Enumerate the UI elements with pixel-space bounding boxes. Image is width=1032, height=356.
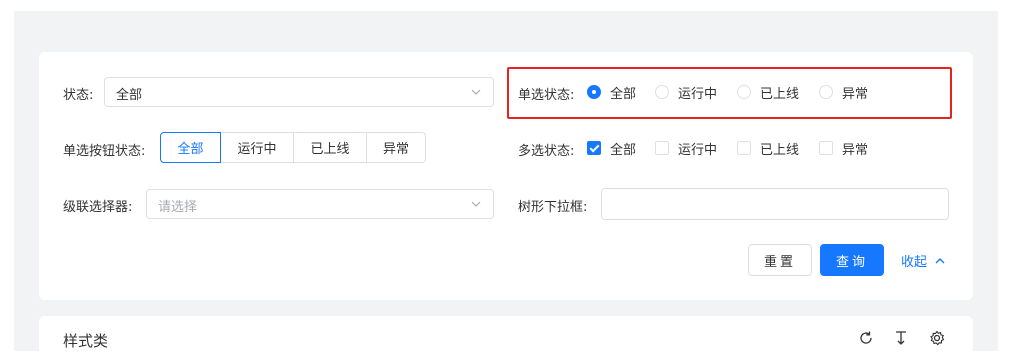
highlight-box — [507, 67, 952, 119]
checkbox-option-running[interactable]: 运行中 — [655, 138, 717, 158]
chevron-down-icon — [471, 201, 481, 207]
table-card — [39, 316, 973, 356]
checkbox-option-error[interactable]: 异常 — [819, 138, 868, 158]
column-height-icon[interactable] — [893, 330, 909, 346]
checkbox[interactable] — [737, 141, 751, 155]
collapse-toggle[interactable]: 收起 — [901, 251, 946, 270]
radio-button-all[interactable]: 全部 — [160, 132, 221, 163]
radio-button-group: 全部 运行中 已上线 异常 — [160, 132, 426, 163]
cascader-label: 级联选择器: — [63, 200, 133, 215]
checkbox-checked[interactable] — [587, 141, 601, 155]
collapse-label: 收起 — [901, 255, 928, 270]
status-label: 状态: — [63, 88, 94, 103]
tree-select[interactable] — [601, 188, 949, 220]
query-button[interactable]: 查询 — [820, 244, 884, 276]
checkbox-option-label: 已上线 — [760, 142, 800, 158]
cascader-placeholder: 请选择 — [158, 200, 198, 215]
chevron-down-icon — [471, 89, 481, 95]
checkbox-group: 全部 运行中 已上线 异常 — [587, 138, 907, 158]
radio-button-running[interactable]: 运行中 — [221, 132, 294, 163]
chevron-up-icon — [935, 257, 945, 263]
button-group-status-label: 单选按钮状态: — [63, 144, 146, 159]
status-select-value: 全部 — [116, 88, 143, 103]
cascader-select[interactable]: 请选择 — [146, 189, 494, 219]
settings-icon[interactable] — [929, 330, 945, 346]
checkbox[interactable] — [819, 141, 833, 155]
checkbox-status-label: 多选状态: — [518, 144, 575, 159]
checkbox-option-online[interactable]: 已上线 — [737, 138, 799, 158]
checkbox-option-label: 运行中 — [678, 142, 718, 158]
checkbox[interactable] — [655, 141, 669, 155]
radio-button-error[interactable]: 异常 — [367, 132, 426, 163]
reset-button[interactable]: 重置 — [748, 244, 812, 276]
checkbox-option-all[interactable]: 全部 — [587, 138, 636, 158]
radio-button-online[interactable]: 已上线 — [294, 132, 367, 163]
checkbox-option-label: 异常 — [842, 142, 869, 158]
checkbox-option-label: 全部 — [610, 142, 637, 158]
refresh-icon[interactable] — [858, 330, 874, 346]
status-select[interactable]: 全部 — [104, 77, 494, 107]
tree-select-label: 树形下拉框: — [518, 200, 588, 215]
